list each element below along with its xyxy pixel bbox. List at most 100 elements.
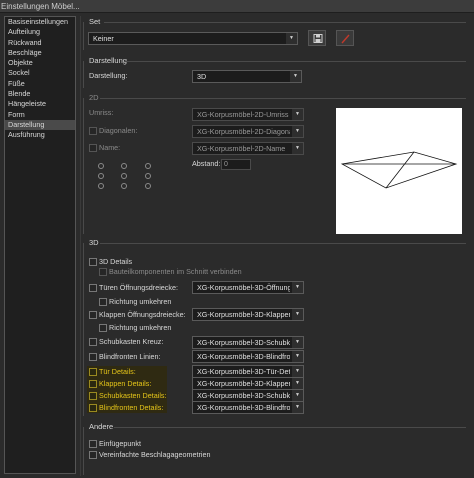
chevron-down-icon: ▼ [292,309,303,320]
schub-kreuz-select[interactable]: XG-Korpusmöbel-3D-Schubk... ▼ [192,336,304,349]
sidebar: Basiseinstellungen Aufteilung Rückwand Besc… [4,16,76,474]
chevron-down-icon: ▼ [292,351,303,362]
blind-details-select[interactable]: XG-Korpusmöbel-3D-Blindfron...▼ [192,401,304,414]
name-label: Name: [99,143,121,152]
save-icon [313,34,323,43]
section-andere-rule [114,427,466,428]
einfuege-label: Einfügepunkt [99,439,141,448]
schub-details-label: Schubkasten Details: [99,391,167,400]
section-darstellung-rule [124,61,466,62]
section-andere-heading: Andere [89,422,114,431]
anchor-radio-middle-right[interactable] [145,173,151,179]
klappen-label: Klappen Öffnungsdreiecke: [99,310,186,319]
bauteil-label: Bauteilkomponenten im Schnitt verbinden [109,267,242,276]
klappen-select-value: XG-Korpusmöbel-3D-Klappen... [197,310,290,319]
abstand-input[interactable]: 0 [221,159,251,170]
sidebar-item[interactable]: Rückwand [5,38,75,48]
section-andere-border [83,427,84,475]
anchor-radio-bottom-center[interactable] [121,183,127,189]
anchor-radio-top-center[interactable] [121,163,127,169]
diagonalen-checkbox[interactable] [89,127,97,135]
tueren-label: Türen Öffnungsdreiecke: [99,283,178,292]
3d-details-checkbox[interactable] [89,258,97,266]
umriss-label: Umriss: [89,108,114,117]
bauteil-checkbox[interactable] [99,268,107,276]
section-3d-border [83,243,84,416]
sidebar-item[interactable]: Ausführung [5,130,75,140]
einfuege-checkbox[interactable] [89,440,97,448]
pen-icon [341,34,350,44]
section-set-heading: Set [89,17,101,26]
set-select[interactable]: Keiner ▼ [88,32,298,45]
sidebar-item[interactable]: Beschläge [5,48,75,58]
name-select-value: XG-Korpusmöbel-2D-Name [197,144,286,153]
chevron-down-icon: ▼ [292,337,303,348]
section-3d-heading: 3D [89,238,99,247]
anchor-radio-top-right[interactable] [145,163,151,169]
darstellung-select[interactable]: 3D ▼ [192,70,302,83]
edit-set-button[interactable] [336,30,354,46]
sidebar-item[interactable]: Hängeleiste [5,99,75,109]
schub-kreuz-select-value: XG-Korpusmöbel-3D-Schubk... [197,338,290,347]
klappen-checkbox[interactable] [89,311,97,319]
tueren-checkbox[interactable] [89,284,97,292]
chevron-down-icon: ▼ [292,378,303,389]
sidebar-item[interactable]: Darstellung [5,119,75,131]
umriss-select[interactable]: XG-Korpusmöbel-2D-Umriss ▼ [192,108,304,121]
blind-linien-select[interactable]: XG-Korpusmöbel-3D-Blindfron...▼ [192,350,304,363]
divider [80,16,81,476]
klappen-select[interactable]: XG-Korpusmöbel-3D-Klappen... ▼ [192,308,304,321]
chevron-down-icon: ▼ [286,33,297,44]
sidebar-item[interactable]: Aufteilung [5,27,75,37]
sidebar-item[interactable]: Basiseinstellungen [5,17,75,27]
section-set-rule [104,22,466,23]
sidebar-item[interactable]: Form [5,110,75,120]
tuer-details-select-value: XG-Korpusmöbel-3D-Tür-Details [197,367,290,376]
umriss-select-value: XG-Korpusmöbel-2D-Umriss [197,110,289,119]
tueren-select[interactable]: XG-Korpusmöbel-3D-Öffnung... ▼ [192,281,304,294]
anchor-radio-bottom-left[interactable] [98,183,104,189]
vereinfacht-label: Vereinfachte Beschlagageometrien [99,450,211,459]
name-checkbox[interactable] [89,144,97,152]
diagonalen-select[interactable]: XG-Korpusmöbel-2D-Diagonal...▼ [192,125,304,138]
richtung2-label: Richtung umkehren [109,323,172,332]
section-3d-rule [100,243,466,244]
sidebar-item[interactable]: Blende [5,89,75,99]
tueren-select-value: XG-Korpusmöbel-3D-Öffnung... [197,283,290,292]
darstellung-label: Darstellung: [89,71,128,80]
chevron-down-icon: ▼ [292,390,303,401]
name-select[interactable]: XG-Korpusmöbel-2D-Name ▼ [192,142,304,155]
richtung1-checkbox[interactable] [99,298,107,306]
schub-details-checkbox[interactable] [89,392,97,400]
schub-kreuz-checkbox[interactable] [89,338,97,346]
blind-details-checkbox[interactable] [89,404,97,412]
set-select-value: Keiner [93,34,114,43]
abstand-label: Abstand: [192,159,221,168]
klappen-details-select-value: XG-Korpusmöbel-3D-Klappen-... [197,379,290,388]
blind-linien-checkbox[interactable] [89,353,97,361]
save-set-button[interactable] [308,30,326,46]
section-set-border [83,22,84,50]
anchor-radio-top-left[interactable] [98,163,104,169]
3d-details-label: 3D Details [99,257,133,266]
klappen-details-checkbox[interactable] [89,380,97,388]
chevron-down-icon: ▼ [292,143,303,154]
anchor-radio-middle-left[interactable] [98,173,104,179]
section-darstellung-border [83,61,84,88]
tuer-details-checkbox[interactable] [89,368,97,376]
richtung2-checkbox[interactable] [99,324,107,332]
preview-drawing [340,151,458,189]
schub-kreuz-label: Schubkasten Kreuz: [99,337,164,346]
sidebar-item[interactable]: Sockel [5,68,75,78]
blind-details-label: Blindfronten Details: [99,403,164,412]
anchor-radio-bottom-right[interactable] [145,183,151,189]
richtung1-label: Richtung umkehren [109,297,172,306]
vereinfacht-checkbox[interactable] [89,451,97,459]
section-2d-border [83,98,84,234]
anchor-radio-middle-center[interactable] [121,173,127,179]
sidebar-item[interactable]: Füße [5,79,75,89]
window-title: Einstellungen Möbel... [0,0,474,13]
klappen-details-label: Klappen Details: [99,379,152,388]
preview-panel [336,108,462,234]
sidebar-item[interactable]: Objekte [5,58,75,68]
